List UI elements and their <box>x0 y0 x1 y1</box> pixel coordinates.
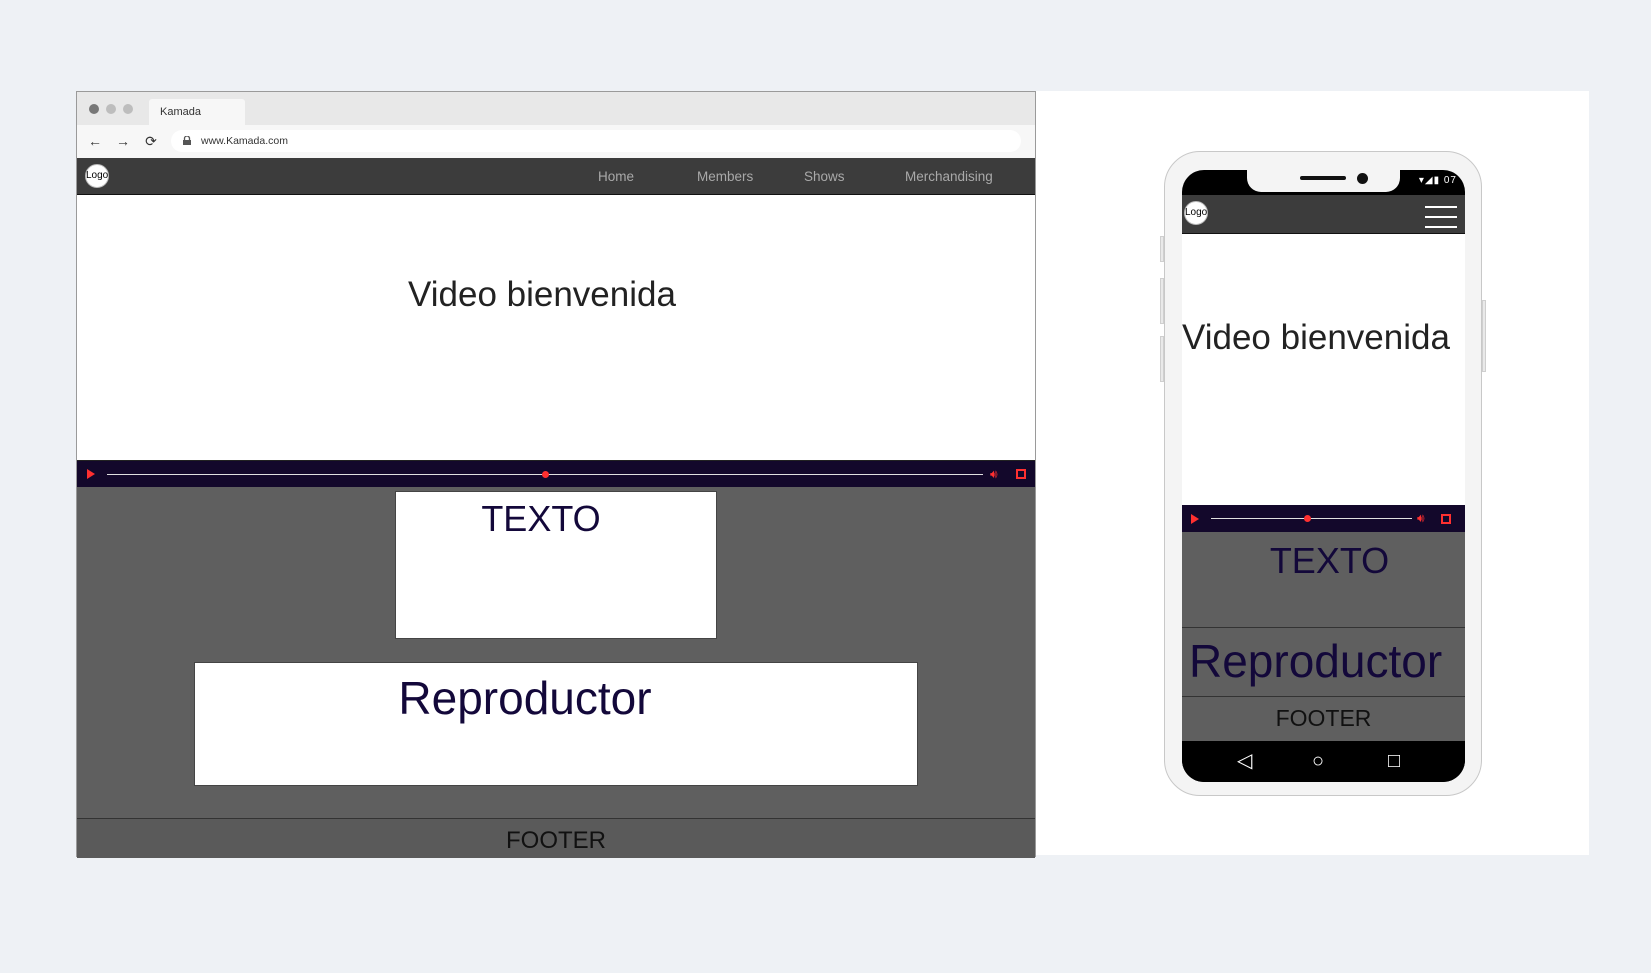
browser-toolbar: ← → ⟳ www.Kamada.com <box>77 125 1035 158</box>
play-icon[interactable] <box>87 469 95 479</box>
desktop-browser-mockup: Kamada ← → ⟳ www.Kamada.com Logo Home Me… <box>76 91 1036 858</box>
url-text: www.Kamada.com <box>201 135 288 147</box>
mobile-video-progress-track[interactable] <box>1211 518 1412 519</box>
video-title: Video bienvenida <box>408 275 676 314</box>
play-icon[interactable] <box>1191 514 1199 524</box>
welcome-video[interactable]: Video bienvenida <box>77 195 1035 461</box>
fullscreen-icon[interactable] <box>1016 469 1026 479</box>
video-progress-knob[interactable] <box>542 471 549 478</box>
fullscreen-icon[interactable] <box>1441 514 1451 524</box>
reproductor-label: Reproductor <box>398 672 652 724</box>
back-triangle-icon[interactable]: ◁ <box>1237 751 1252 771</box>
nav-link-merchandising[interactable]: Merchandising <box>905 169 993 184</box>
phone-screen: ▾◢▮ 07 Logo Video bienvenida 🔊︎ TEXTO Re… <box>1182 170 1465 782</box>
mobile-reproductor-label: Reproductor <box>1189 635 1443 687</box>
reload-icon[interactable]: ⟳ <box>143 133 159 149</box>
front-camera <box>1357 173 1368 184</box>
mobile-video-controls: 🔊︎ <box>1182 505 1465 532</box>
mobile-mockup-panel: ▾◢▮ 07 Logo Video bienvenida 🔊︎ TEXTO Re… <box>1036 91 1589 855</box>
phone-side-button <box>1160 278 1164 324</box>
phone-power-button <box>1482 300 1486 372</box>
site-logo[interactable]: Logo <box>85 164 109 188</box>
status-bar-icons: ▾◢▮ 07 <box>1418 175 1457 186</box>
phone-side-button <box>1160 236 1164 262</box>
mobile-reproductor-section[interactable]: Reproductor <box>1182 628 1465 697</box>
nav-link-home[interactable]: Home <box>598 169 634 184</box>
hamburger-menu-icon[interactable] <box>1425 206 1457 228</box>
nav-link-shows[interactable]: Shows <box>804 169 845 184</box>
content-area: TEXTO Reproductor FOOTER <box>77 487 1035 858</box>
texto-label: TEXTO <box>481 498 601 539</box>
texto-box: TEXTO <box>395 491 717 639</box>
phone-side-button <box>1160 336 1164 382</box>
nav-link-members[interactable]: Members <box>697 169 753 184</box>
mobile-site-logo[interactable]: Logo <box>1184 201 1208 225</box>
forward-arrow-icon[interactable]: → <box>115 133 131 149</box>
reproductor-box[interactable]: Reproductor <box>194 662 918 786</box>
mobile-site-header: Logo <box>1182 195 1465 234</box>
window-close-dot[interactable] <box>89 104 99 114</box>
browser-chrome: Kamada ← → ⟳ www.Kamada.com <box>77 92 1035 158</box>
android-nav-bar: ◁ ○ □ <box>1182 741 1465 782</box>
recent-apps-square-icon[interactable]: □ <box>1388 751 1400 771</box>
site-header: Logo Home Members Shows Merchandising <box>77 158 1035 195</box>
window-maximize-dot[interactable] <box>123 104 133 114</box>
phone-frame: ▾◢▮ 07 Logo Video bienvenida 🔊︎ TEXTO Re… <box>1160 151 1486 796</box>
window-minimize-dot[interactable] <box>106 104 116 114</box>
speaker-grille <box>1300 176 1346 180</box>
mobile-welcome-video[interactable]: Video bienvenida <box>1182 234 1465 505</box>
lock-icon <box>183 136 191 145</box>
address-bar[interactable]: www.Kamada.com <box>171 130 1021 152</box>
site-footer: FOOTER <box>77 818 1035 858</box>
mobile-site-footer: FOOTER <box>1182 697 1465 741</box>
home-circle-icon[interactable]: ○ <box>1312 751 1324 771</box>
phone-notch <box>1247 170 1400 192</box>
volume-icon[interactable]: 🔊︎ <box>1417 512 1425 524</box>
back-arrow-icon[interactable]: ← <box>87 133 103 149</box>
video-controls: 🔊︎ <box>77 461 1035 487</box>
mobile-video-title: Video bienvenida <box>1182 318 1450 357</box>
mobile-video-progress-knob[interactable] <box>1304 515 1312 522</box>
mobile-texto-label: TEXTO <box>1269 540 1390 581</box>
browser-tab[interactable]: Kamada <box>149 99 245 125</box>
mobile-texto-section: TEXTO <box>1182 532 1465 628</box>
volume-icon[interactable]: 🔊︎ <box>990 468 998 480</box>
